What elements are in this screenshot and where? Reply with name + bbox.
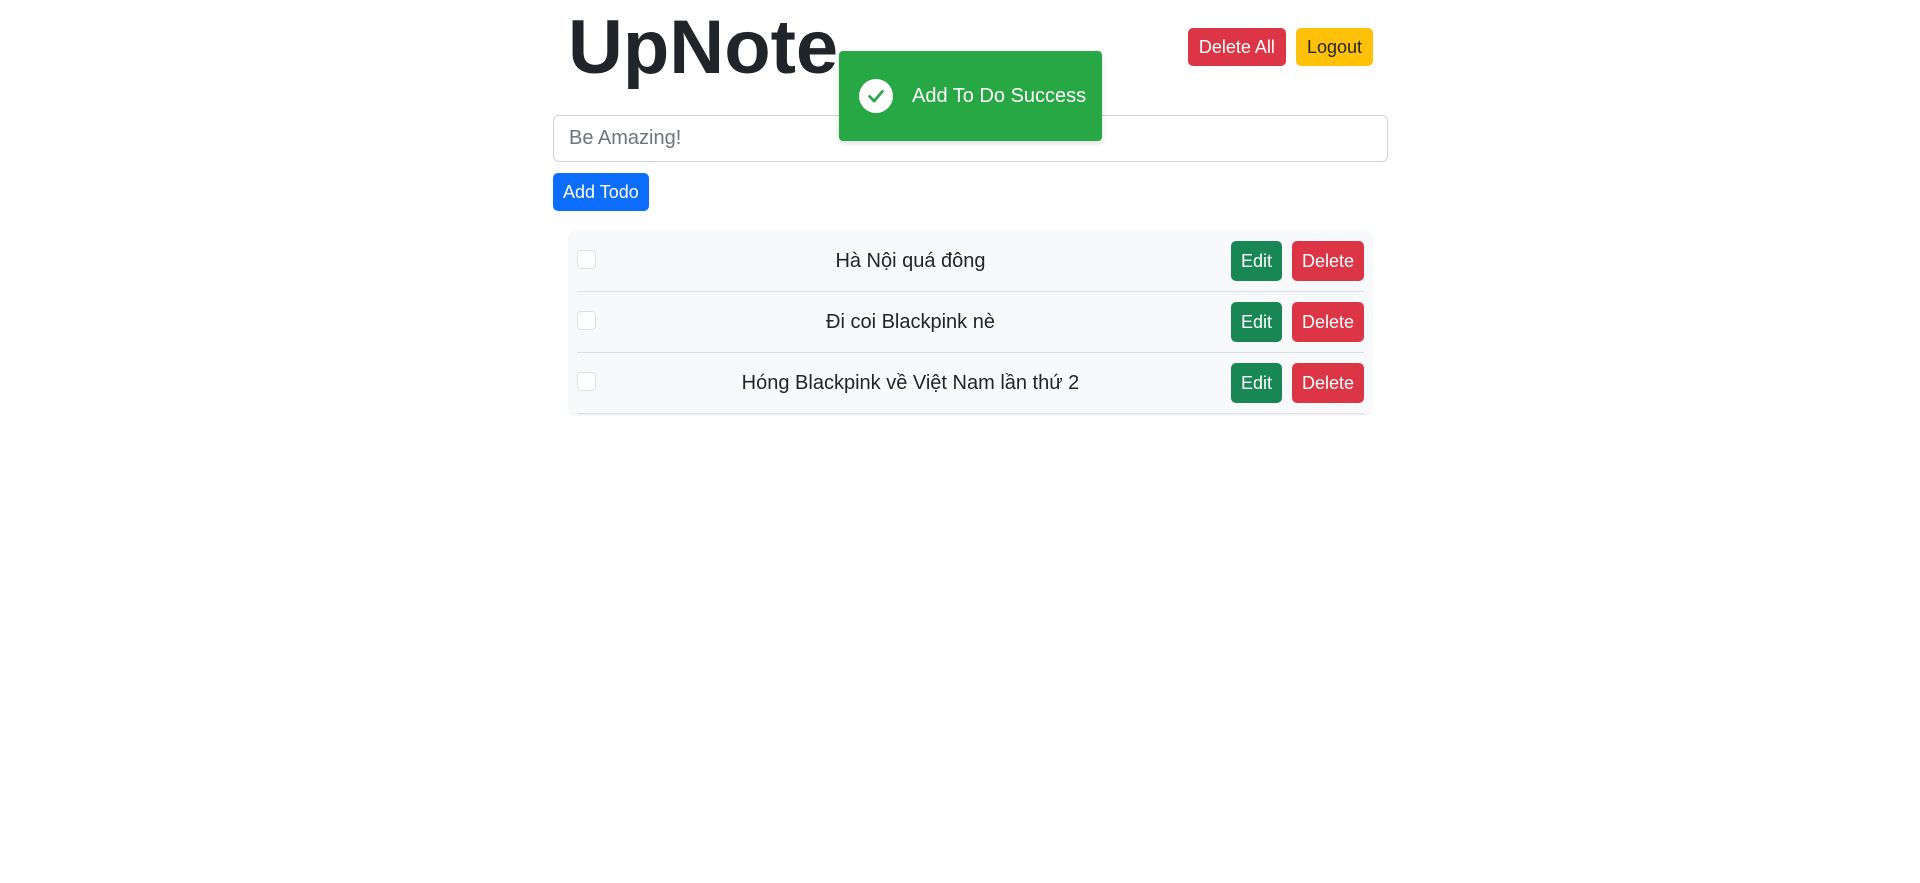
logout-button[interactable]: Logout	[1295, 28, 1373, 66]
edit-button[interactable]: Edit	[1230, 302, 1282, 342]
todo-actions: Edit Delete	[1230, 363, 1364, 403]
delete-button[interactable]: Delete	[1291, 241, 1364, 281]
success-toast: Add To Do Success	[839, 51, 1102, 141]
header-actions: Delete All Logout	[1187, 28, 1373, 66]
edit-button[interactable]: Edit	[1230, 241, 1282, 281]
todo-text: Hóng Blackpink về Việt Nam lần thứ 2	[741, 372, 1080, 394]
todo-text: Hà Nội quá đông	[835, 250, 986, 272]
delete-button[interactable]: Delete	[1291, 363, 1364, 403]
todo-item: Hóng Blackpink về Việt Nam lần thứ 2 Edi…	[577, 353, 1364, 414]
app-title: UpNote	[568, 5, 839, 90]
edit-button[interactable]: Edit	[1230, 363, 1282, 403]
todo-item: Đi coi Blackpink nè Edit Delete	[577, 292, 1364, 353]
todo-item: Hà Nội quá đông Edit Delete	[577, 231, 1364, 292]
todo-actions: Edit Delete	[1230, 241, 1364, 281]
todo-list: Hà Nội quá đông Edit Delete Đi coi Black…	[569, 231, 1372, 414]
delete-all-button[interactable]: Delete All	[1187, 28, 1286, 66]
check-circle-icon	[859, 79, 893, 113]
todo-actions: Edit Delete	[1230, 302, 1364, 342]
todo-checkbox[interactable]	[577, 372, 596, 391]
add-todo-button[interactable]: Add Todo	[553, 173, 649, 211]
todo-checkbox[interactable]	[577, 311, 596, 330]
todo-text: Đi coi Blackpink nè	[826, 311, 995, 333]
toast-message: Add To Do Success	[912, 84, 1087, 107]
todo-checkbox[interactable]	[577, 250, 596, 269]
delete-button[interactable]: Delete	[1291, 302, 1364, 342]
